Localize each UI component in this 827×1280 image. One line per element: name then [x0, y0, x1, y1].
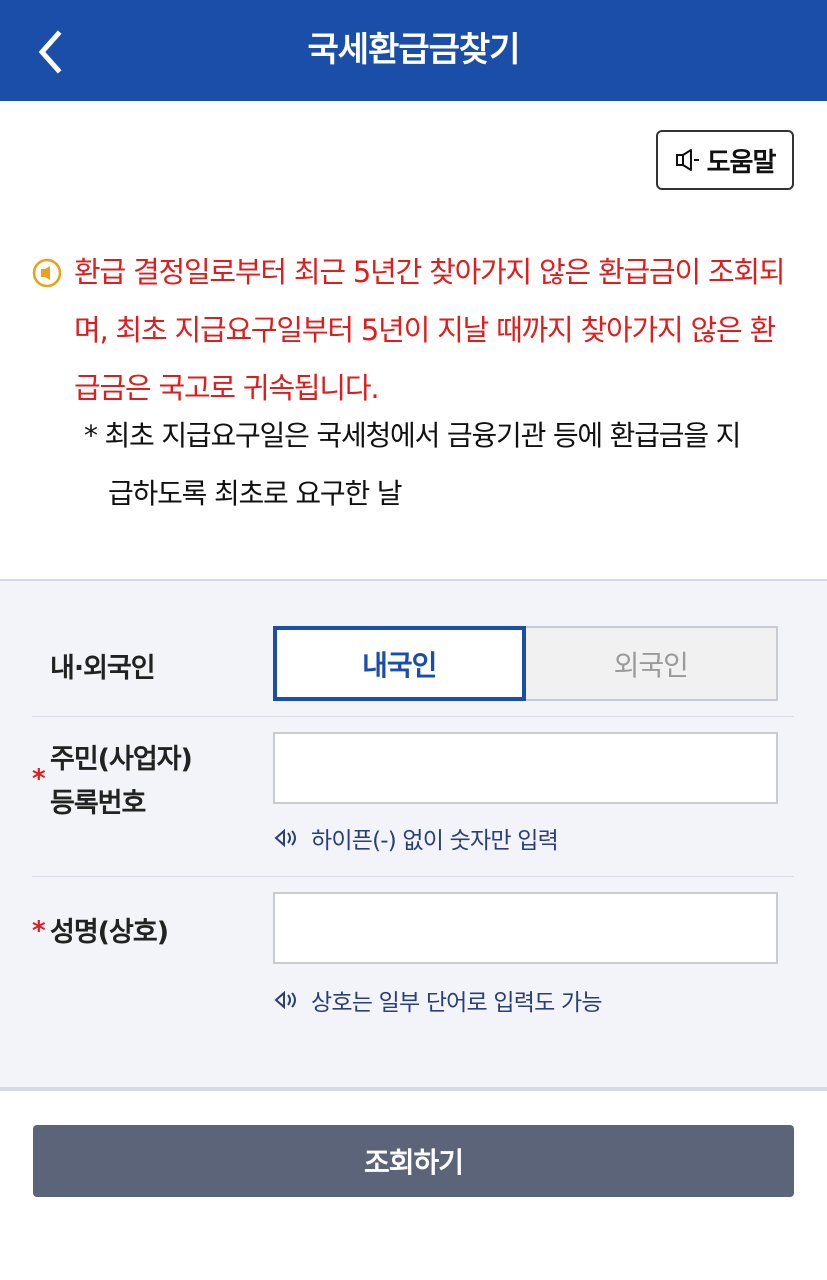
notice-box: 환급 결정일로부터 최근 5년간 찾아가지 않은 환급금이 조회되 며, 최초 …	[32, 243, 802, 417]
option-domestic[interactable]: 내국인	[273, 626, 526, 701]
notice-text-3: 급금은 국고로 귀속됩니다.	[74, 371, 380, 405]
sound-icon	[274, 828, 296, 848]
row-divider	[32, 876, 794, 877]
name-hint-text: 상호는 일부 단어로 입력도 가능	[311, 990, 603, 1016]
help-button[interactable]: 도움말	[656, 130, 794, 190]
notice-line: 환급 결정일로부터 최근 5년간 찾아가지 않은 환급금이 조회되	[32, 243, 802, 301]
sub-note: * 최초 지급요구일은 국세청에서 금융기관 등에 환급금을 지 급하도록 최초…	[84, 407, 804, 523]
page-title: 국세환급금찾기	[307, 30, 521, 70]
id-number-hint: 하이픈(-) 없이 숫자만 입력	[273, 821, 559, 855]
id-number-label: 주민(사업자) 등록번호	[50, 738, 193, 826]
id-number-label-line2: 등록번호	[50, 788, 146, 819]
sub-note-line-1: * 최초 지급요구일은 국세청에서 금융기관 등에 환급금을 지	[84, 419, 741, 452]
id-number-label-line1: 주민(사업자)	[50, 744, 193, 775]
required-mark: *	[32, 916, 46, 946]
sub-note-line-2: 급하도록 최초로 요구한 날	[108, 477, 402, 510]
app-header: 국세환급금찾기	[0, 0, 827, 101]
id-number-hint-text: 하이픈(-) 없이 숫자만 입력	[311, 828, 559, 854]
sound-icon	[274, 990, 296, 1010]
name-hint: 상호는 일부 단어로 입력도 가능	[273, 983, 603, 1017]
help-label: 도움말	[706, 147, 777, 178]
speaker-icon	[675, 149, 699, 171]
id-number-input[interactable]	[273, 732, 778, 804]
back-button[interactable]	[30, 24, 80, 80]
search-button[interactable]: 조회하기	[33, 1125, 794, 1197]
chevron-left-icon	[38, 30, 62, 74]
option-foreign[interactable]: 외국인	[525, 626, 778, 701]
name-label: 성명(상호)	[50, 917, 169, 948]
notice-line: 며, 최초 지급요구일부터 5년이 지날 때까지 찾아가지 않은 환	[32, 301, 802, 359]
nationality-toggle: 내국인 외국인	[273, 626, 778, 701]
notice-text-2: 며, 최초 지급요구일부터 5년이 지날 때까지 찾아가지 않은 환	[74, 313, 776, 347]
nationality-label: 내·외국인	[50, 653, 156, 684]
name-input[interactable]	[273, 892, 778, 964]
notice-text-1: 환급 결정일로부터 최근 5년간 찾아가지 않은 환급금이 조회되	[74, 255, 786, 289]
row-divider	[32, 716, 794, 717]
required-mark: *	[32, 764, 46, 794]
info-sound-icon	[32, 258, 62, 288]
